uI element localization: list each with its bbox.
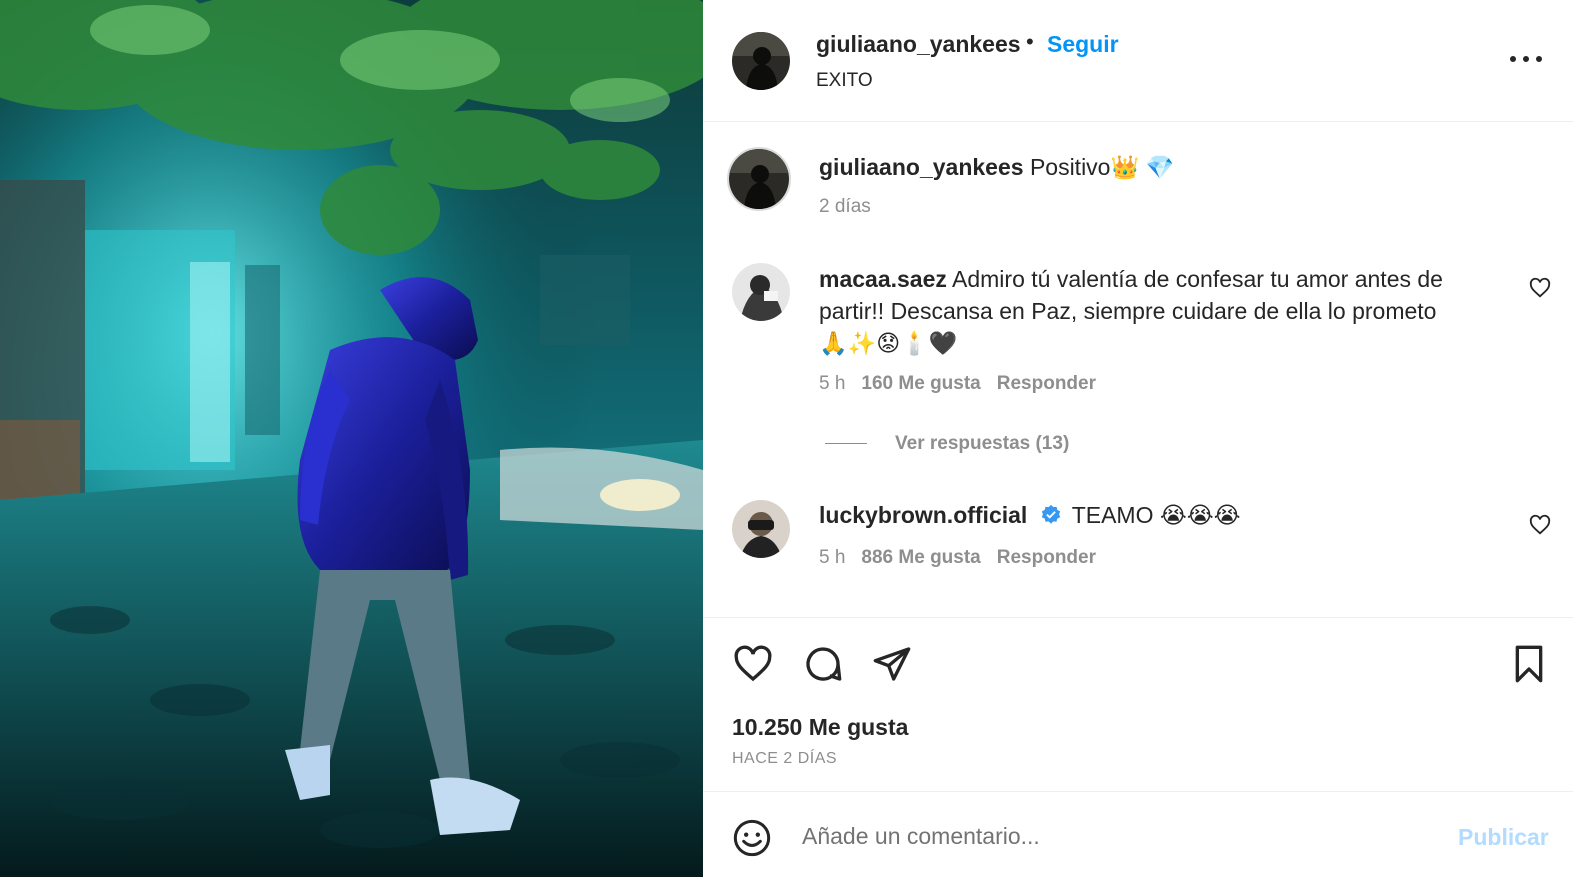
comment-like-heart-icon[interactable]	[1529, 277, 1551, 299]
comment-line-1: luckybrown.official TEAMO 😭😭😭	[819, 499, 1241, 531]
share-send-icon[interactable]	[871, 644, 913, 684]
replies-divider	[825, 443, 867, 445]
post-location[interactable]: EXITO	[816, 70, 873, 92]
post-likes-count[interactable]: 10.250 Me gusta	[732, 714, 908, 741]
comment-input[interactable]	[802, 816, 1422, 856]
post-actions: 10.250 Me gusta HACE 2 DÍAS	[703, 617, 1573, 791]
post-header: giuliaano_yankees • Seguir EXITO	[703, 0, 1573, 122]
comment-line-1: macaa.saez Admiro tú valentía de confesa…	[819, 263, 1443, 295]
publish-button[interactable]: Publicar	[1458, 824, 1549, 851]
post-photo[interactable]	[0, 0, 703, 877]
author-avatar[interactable]	[732, 32, 790, 90]
verified-badge-icon	[1041, 504, 1060, 524]
comment-likes[interactable]: 886 Me gusta	[861, 547, 980, 568]
reply-button[interactable]: Responder	[997, 373, 1096, 394]
comment-like-heart-icon[interactable]	[1529, 514, 1551, 536]
comment-text: TEAMO 😭😭😭	[1071, 502, 1241, 528]
comment-likes[interactable]: 160 Me gusta	[861, 373, 980, 394]
caption-username[interactable]: giuliaano_yankees	[819, 154, 1024, 180]
comment-meta: 5 h 886 Me gusta Responder	[819, 547, 1096, 569]
follow-button[interactable]: Seguir	[1047, 31, 1119, 58]
more-options-icon[interactable]	[1509, 48, 1543, 72]
view-replies-button[interactable]: Ver respuestas (13)	[825, 433, 1069, 455]
comment-meta: 5 h 160 Me gusta Responder	[819, 373, 1096, 395]
comment-emojis: 🙏✨😟🕯️🖤	[819, 330, 958, 356]
comment-composer: Publicar	[703, 791, 1573, 877]
post-details-panel: giuliaano_yankees • Seguir EXITO giuliaa…	[703, 0, 1573, 877]
caption-avatar[interactable]	[727, 147, 791, 211]
comment-username[interactable]: luckybrown.official	[819, 502, 1027, 528]
caption-text: Positivo👑 💎	[1029, 154, 1175, 180]
caption-time: 2 días	[819, 196, 871, 217]
comment-line-2: partir!! Descansa en Paz, siempre cuidar…	[819, 298, 1437, 324]
comment-username[interactable]: macaa.saez	[819, 266, 947, 292]
save-bookmark-icon[interactable]	[1509, 644, 1549, 684]
caption-line: giuliaano_yankees Positivo👑 💎	[819, 151, 1174, 183]
comment-bubble-icon[interactable]	[802, 644, 844, 684]
comments-list[interactable]: giuliaano_yankees Positivo👑 💎 2 días mac…	[703, 123, 1573, 617]
separator-dot: •	[1026, 29, 1034, 54]
comment-time: 5 h	[819, 373, 846, 394]
author-username[interactable]: giuliaano_yankees	[816, 31, 1021, 58]
comment-time: 5 h	[819, 547, 846, 568]
view-replies-label: Ver respuestas (13)	[895, 433, 1070, 454]
post-photo-illustration	[0, 0, 703, 877]
comment-text: Admiro tú valentía de confesar tu amor a…	[952, 266, 1443, 292]
post-timestamp: HACE 2 DÍAS	[732, 750, 838, 767]
like-heart-icon[interactable]	[732, 644, 774, 684]
commenter-avatar[interactable]	[732, 263, 790, 321]
commenter-avatar[interactable]	[732, 500, 790, 558]
reply-button[interactable]: Responder	[997, 547, 1096, 568]
emoji-smiley-icon[interactable]	[732, 818, 772, 858]
